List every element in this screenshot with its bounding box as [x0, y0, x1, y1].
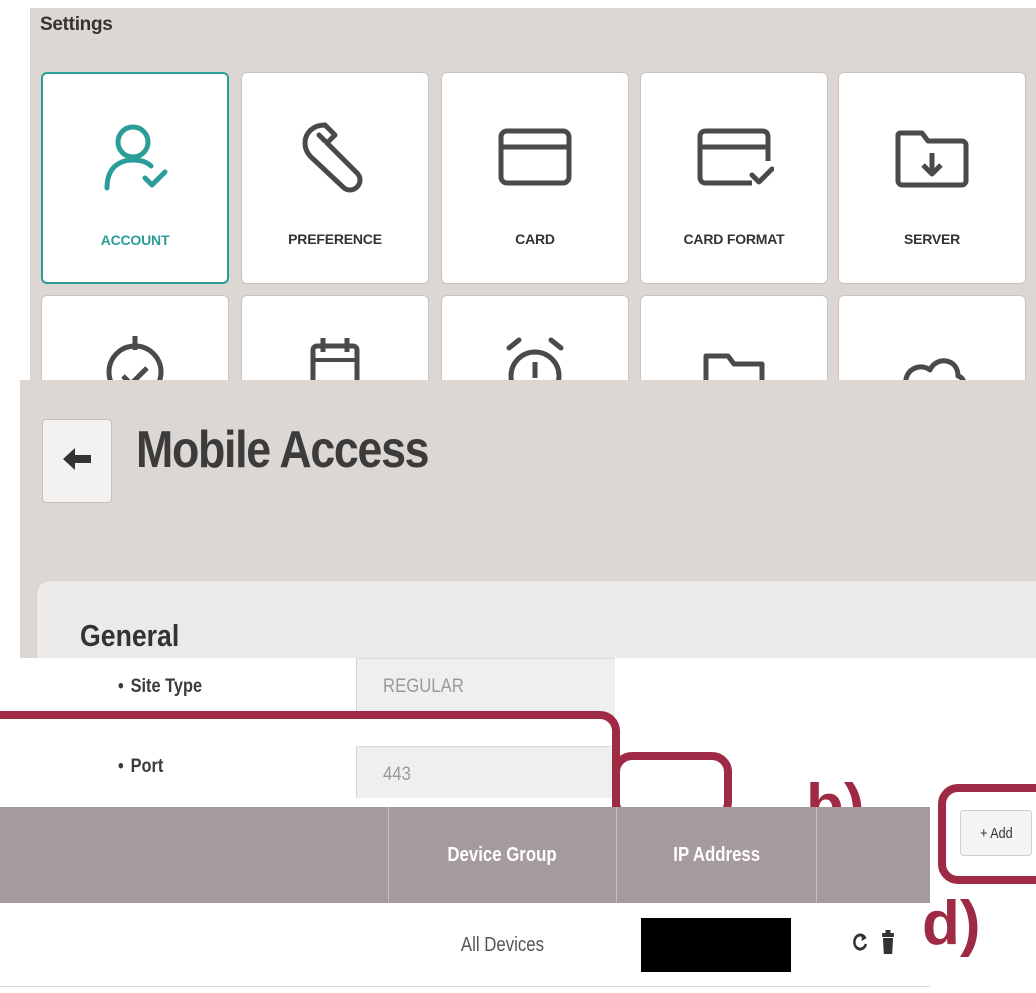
settings-title: Settings — [40, 14, 113, 35]
site-type-field[interactable]: REGULAR — [356, 658, 615, 716]
alarm-clock-icon — [442, 332, 628, 383]
target-check-icon — [42, 332, 228, 383]
cell-device-group: All Devices — [460, 933, 544, 956]
wrench-icon — [242, 121, 428, 193]
annotation-label-b: b) — [806, 772, 865, 808]
tile-label-account: ACCOUNT — [100, 232, 170, 248]
tile-label-preference: PREFERENCE — [288, 231, 382, 247]
cell-actions — [816, 903, 930, 987]
tile-server[interactable]: SERVER — [838, 72, 1026, 284]
refresh-icon[interactable] — [852, 930, 869, 960]
tile-row2-3[interactable] — [441, 295, 629, 383]
devices-table: Device Group IP Address All Devices — [0, 807, 930, 993]
cell-ip-address — [616, 903, 816, 987]
card-check-icon — [641, 121, 827, 193]
column-header-device-group: Device Group — [388, 807, 616, 903]
folder-download-icon — [839, 121, 1025, 193]
tile-row2-5[interactable] — [838, 295, 1026, 383]
tile-row2-1[interactable] — [41, 295, 229, 383]
general-card — [36, 580, 1036, 658]
user-check-icon — [43, 122, 227, 194]
column-header-name — [0, 807, 388, 903]
tile-label-server: SERVER — [903, 231, 961, 247]
cloud-icon — [839, 332, 1025, 383]
site-type-value: REGULAR — [383, 676, 464, 697]
folder-check-icon — [641, 332, 827, 383]
tile-card-format[interactable]: CARD FORMAT — [640, 72, 828, 284]
annotation-box-add — [938, 784, 1036, 884]
site-type-label-row: • Site Type — [118, 676, 202, 698]
column-header-ip-address: IP Address — [616, 807, 816, 903]
calendar-icon — [242, 332, 428, 383]
site-type-label: Site Type — [130, 676, 203, 697]
section-title-general: General — [80, 618, 180, 653]
card-icon — [442, 121, 628, 193]
bullet: • — [118, 676, 124, 697]
column-header-actions — [816, 807, 930, 903]
tile-row2-4[interactable] — [640, 295, 828, 383]
back-button[interactable] — [42, 419, 112, 503]
annotation-label-d: d) — [922, 889, 981, 958]
settings-panel: Settings ACCOUNT PREFERENCE CARD CARD FO… — [30, 8, 1036, 383]
table-header: Device Group IP Address — [0, 807, 930, 903]
arrow-left-icon — [61, 445, 93, 478]
table-row[interactable]: All Devices — [0, 903, 930, 987]
tile-account[interactable]: ACCOUNT — [41, 72, 229, 284]
mobile-access-panel: Mobile Access General — [20, 380, 1036, 658]
tile-row2-2[interactable] — [241, 295, 429, 383]
tile-label-card: CARD — [515, 231, 555, 247]
ip-redaction — [641, 918, 791, 972]
trash-icon[interactable] — [881, 930, 894, 960]
tile-card[interactable]: CARD — [441, 72, 629, 284]
tile-label-card-format: CARD FORMAT — [683, 231, 785, 247]
tile-preference[interactable]: PREFERENCE — [241, 72, 429, 284]
page-title: Mobile Access — [136, 421, 430, 479]
